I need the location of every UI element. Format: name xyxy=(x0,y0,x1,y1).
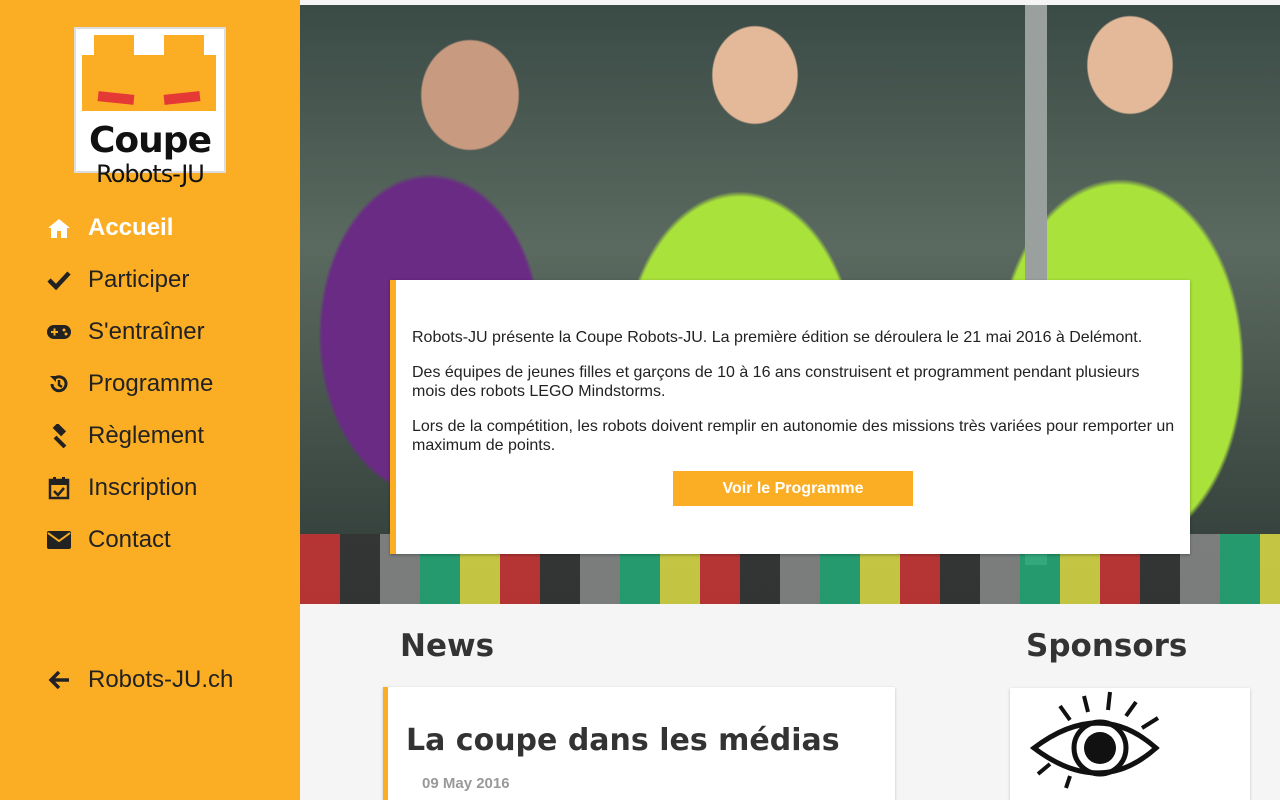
nav-label: Règlement xyxy=(88,422,205,449)
intro-paragraph-1: Robots-JU présente la Coupe Robots-JU. L… xyxy=(412,329,1143,346)
logo-text-line2: Robots-JU xyxy=(96,160,205,188)
nav-item-participer[interactable]: Participer xyxy=(46,254,213,306)
nav-item-reglement[interactable]: Règlement xyxy=(46,410,213,462)
arrow-left-icon xyxy=(46,667,72,693)
history-icon xyxy=(46,371,72,397)
main-nav: Accueil Participer S'entraîner Programme… xyxy=(46,202,213,566)
nav-label: Accueil xyxy=(88,214,174,241)
gavel-icon xyxy=(46,423,72,449)
nav-item-inscription[interactable]: Inscription xyxy=(46,462,213,514)
nav-label: Programme xyxy=(88,370,214,397)
news-heading: News xyxy=(400,628,495,664)
calendar-check-icon xyxy=(46,475,72,501)
check-icon xyxy=(46,267,72,293)
news-item[interactable]: La coupe dans les médias 09 May 2016 xyxy=(383,687,895,800)
logo-text-line1: Coupe xyxy=(89,120,212,161)
sponsor-card[interactable] xyxy=(1010,688,1250,800)
nav-label: Participer xyxy=(88,266,190,293)
nav-label: Contact xyxy=(88,526,171,553)
nav-label: Inscription xyxy=(88,474,198,501)
intro-card: Robots-JU présente la Coupe Robots-JU. L… xyxy=(390,280,1190,554)
news-date: 09 May 2016 xyxy=(422,775,510,792)
intro-paragraph-2: Des équipes de jeunes filles et garçons … xyxy=(412,364,1140,400)
nav-label: S'entraîner xyxy=(88,318,205,345)
coupe-robots-ju-logo[interactable]: Coupe Robots-JU xyxy=(74,27,226,187)
envelope-icon xyxy=(46,527,72,553)
nav-item-robots-ju-ch[interactable]: Robots-JU.ch xyxy=(46,654,233,706)
nav-label: Robots-JU.ch xyxy=(88,666,234,693)
nav-item-contact[interactable]: Contact xyxy=(46,514,213,566)
sidebar: Coupe Robots-JU Accueil Participer S'ent… xyxy=(0,0,300,800)
gamepad-icon xyxy=(46,319,72,345)
home-icon xyxy=(46,215,72,241)
sponsors-heading: Sponsors xyxy=(1026,628,1188,664)
news-title[interactable]: La coupe dans les médias xyxy=(406,723,840,758)
sponsor-eye-logo xyxy=(1029,691,1160,789)
nav-item-accueil[interactable]: Accueil xyxy=(46,202,213,254)
nav-item-programme[interactable]: Programme xyxy=(46,358,213,410)
nav-item-sentrainer[interactable]: S'entraîner xyxy=(46,306,213,358)
voir-programme-button[interactable]: Voir le Programme xyxy=(673,471,913,506)
back-nav: Robots-JU.ch xyxy=(46,654,233,706)
intro-paragraph-3: Lors de la compétition, les robots doive… xyxy=(412,418,1175,454)
